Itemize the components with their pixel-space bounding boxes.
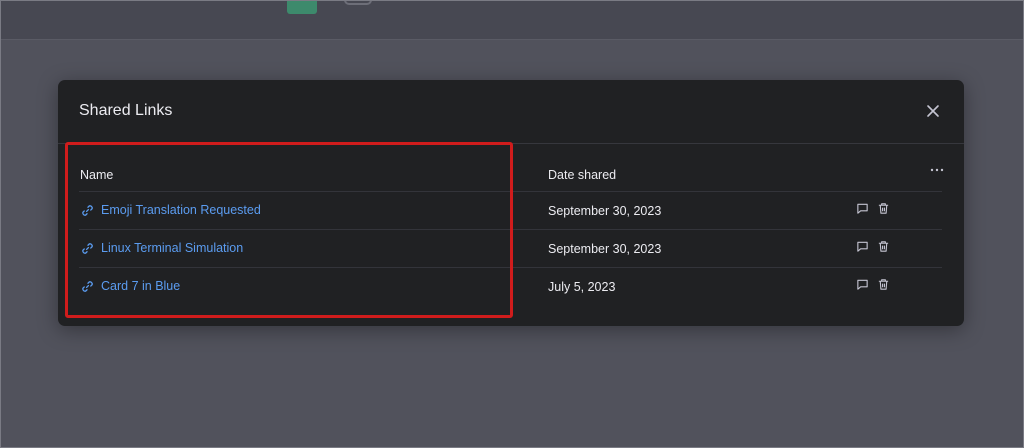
- trash-icon[interactable]: [877, 202, 890, 215]
- date-shared: July 5, 2023: [548, 280, 616, 294]
- date-shared: September 30, 2023: [548, 204, 662, 218]
- row-actions: [856, 278, 890, 291]
- highlight-annotation: [65, 142, 513, 318]
- row-actions: [856, 240, 890, 253]
- column-header-date: Date shared: [548, 168, 617, 182]
- date-shared: September 30, 2023: [548, 242, 662, 256]
- modal-header: Shared Links: [58, 80, 964, 144]
- chat-icon[interactable]: [856, 202, 869, 215]
- chat-icon[interactable]: [856, 240, 869, 253]
- close-icon[interactable]: [924, 102, 942, 120]
- chat-icon[interactable]: [856, 278, 869, 291]
- row-actions: [856, 202, 890, 215]
- trash-icon[interactable]: [877, 278, 890, 291]
- more-horizontal-icon[interactable]: [930, 165, 944, 175]
- background-icon: [344, 0, 372, 5]
- background-header: [0, 0, 1024, 40]
- modal-title: Shared Links: [79, 102, 173, 119]
- background-avatar: [287, 0, 317, 14]
- trash-icon[interactable]: [877, 240, 890, 253]
